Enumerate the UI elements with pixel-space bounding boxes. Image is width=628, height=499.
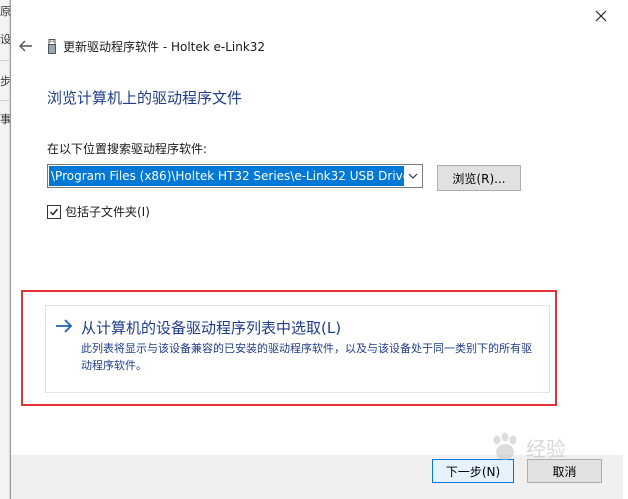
chevron-down-icon [408,173,418,179]
background-divider [0,60,9,61]
back-button[interactable] [17,37,35,55]
driver-path-input[interactable]: \Program Files (x86)\Holtek HT32 Series\… [49,166,404,186]
include-subfolders-option[interactable]: 包括子文件夹(I) [47,203,150,220]
search-location-label: 在以下位置搜索驱动程序软件: [47,142,208,156]
back-arrow-icon [19,40,32,52]
usb-device-icon [47,38,57,54]
paw-logo [493,432,517,460]
include-subfolders-label: 包括子文件夹(I) [65,205,150,219]
page-heading: 浏览计算机上的驱动程序文件 [47,89,243,107]
update-driver-dialog: 更新驱动程序软件 - Holtek e-Link32 浏览计算机上的驱动程序文件… [10,0,623,499]
checkmark-icon [50,208,59,216]
close-button[interactable] [591,6,611,26]
browse-button[interactable]: 浏览(R)... [437,165,521,191]
background-divider [0,100,9,101]
dialog-header: 更新驱动程序软件 - Holtek e-Link32 [17,36,265,56]
watermark-text: 经验 [526,436,566,461]
close-icon [595,10,607,22]
dialog-title: 更新驱动程序软件 - Holtek e-Link32 [63,39,266,54]
driver-path-combobox[interactable]: \Program Files (x86)\Holtek HT32 Series\… [47,164,423,188]
path-dropdown-button[interactable] [404,165,422,187]
background-window-strip: 原 设 步 事 [0,0,11,499]
watermark: 经验 [488,430,566,464]
highlight-annotation [21,290,557,406]
include-subfolders-checkbox[interactable] [47,204,61,219]
